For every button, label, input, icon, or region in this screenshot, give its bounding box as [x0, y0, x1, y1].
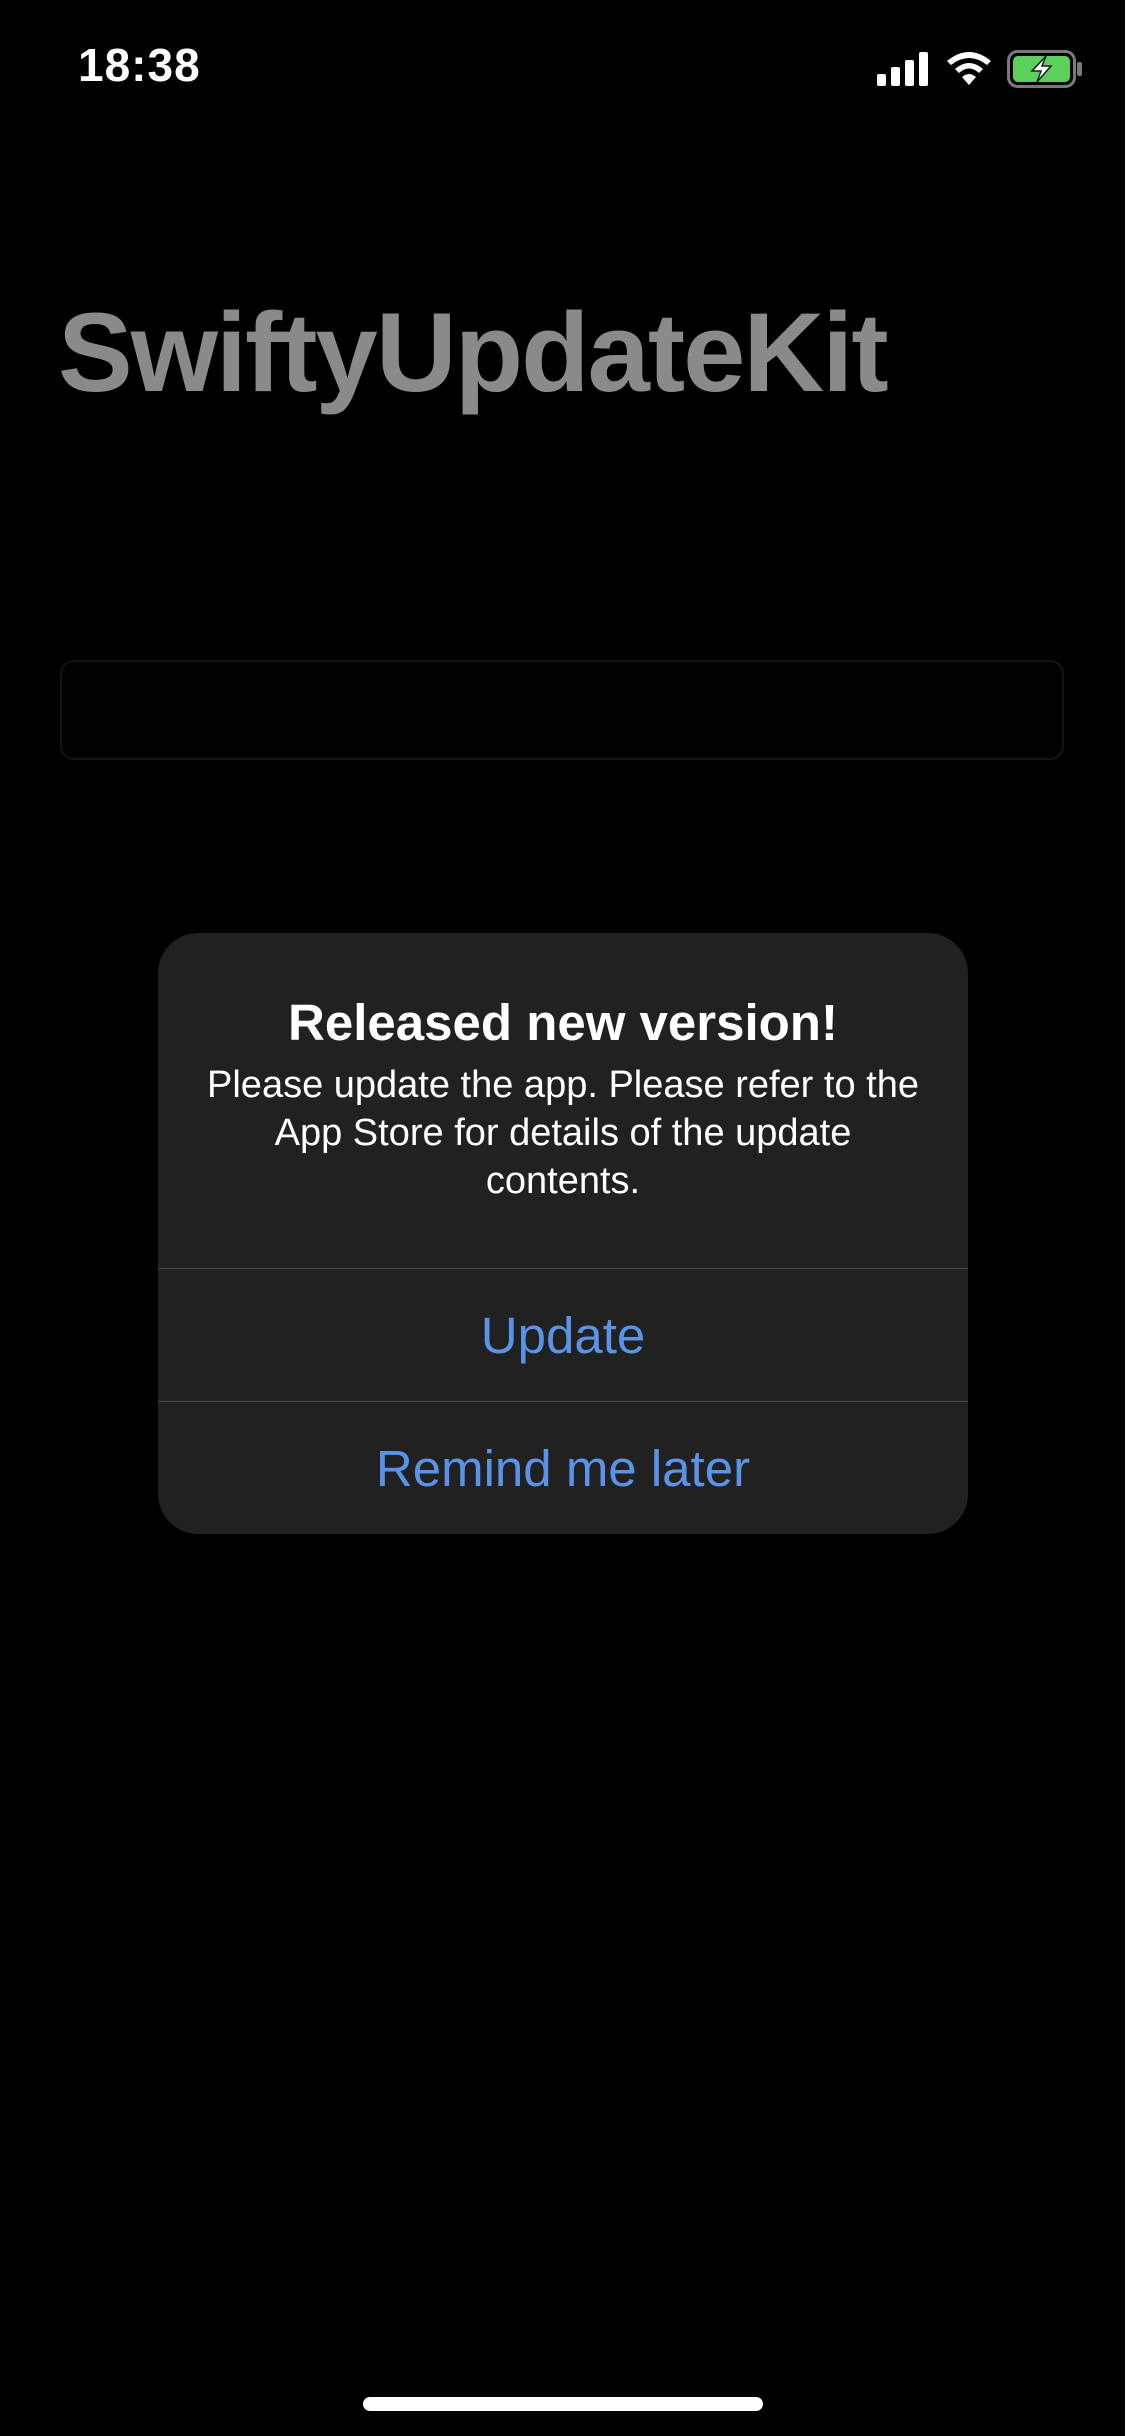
home-indicator[interactable] — [363, 2397, 763, 2411]
screen: 18:38 SwiftyUpdateKit Released new versi… — [0, 0, 1125, 2436]
status-icons — [877, 48, 1083, 90]
cellular-signal-icon — [877, 52, 931, 86]
wifi-icon — [945, 51, 993, 87]
alert-message: Please update the app. Please refer to t… — [207, 1064, 919, 1202]
update-alert: Released new version! Please update the … — [158, 933, 968, 1534]
alert-title: Released new version! — [288, 994, 838, 1051]
app-title: SwiftyUpdateKit — [58, 290, 889, 415]
alert-body: Released new version! Please update the … — [158, 933, 968, 1268]
status-time: 18:38 — [78, 39, 201, 91]
update-button[interactable]: Update — [158, 1269, 968, 1401]
remind-me-later-button[interactable]: Remind me later — [158, 1402, 968, 1534]
battery-charging-icon — [1007, 50, 1083, 88]
background-text-field — [60, 660, 1064, 760]
